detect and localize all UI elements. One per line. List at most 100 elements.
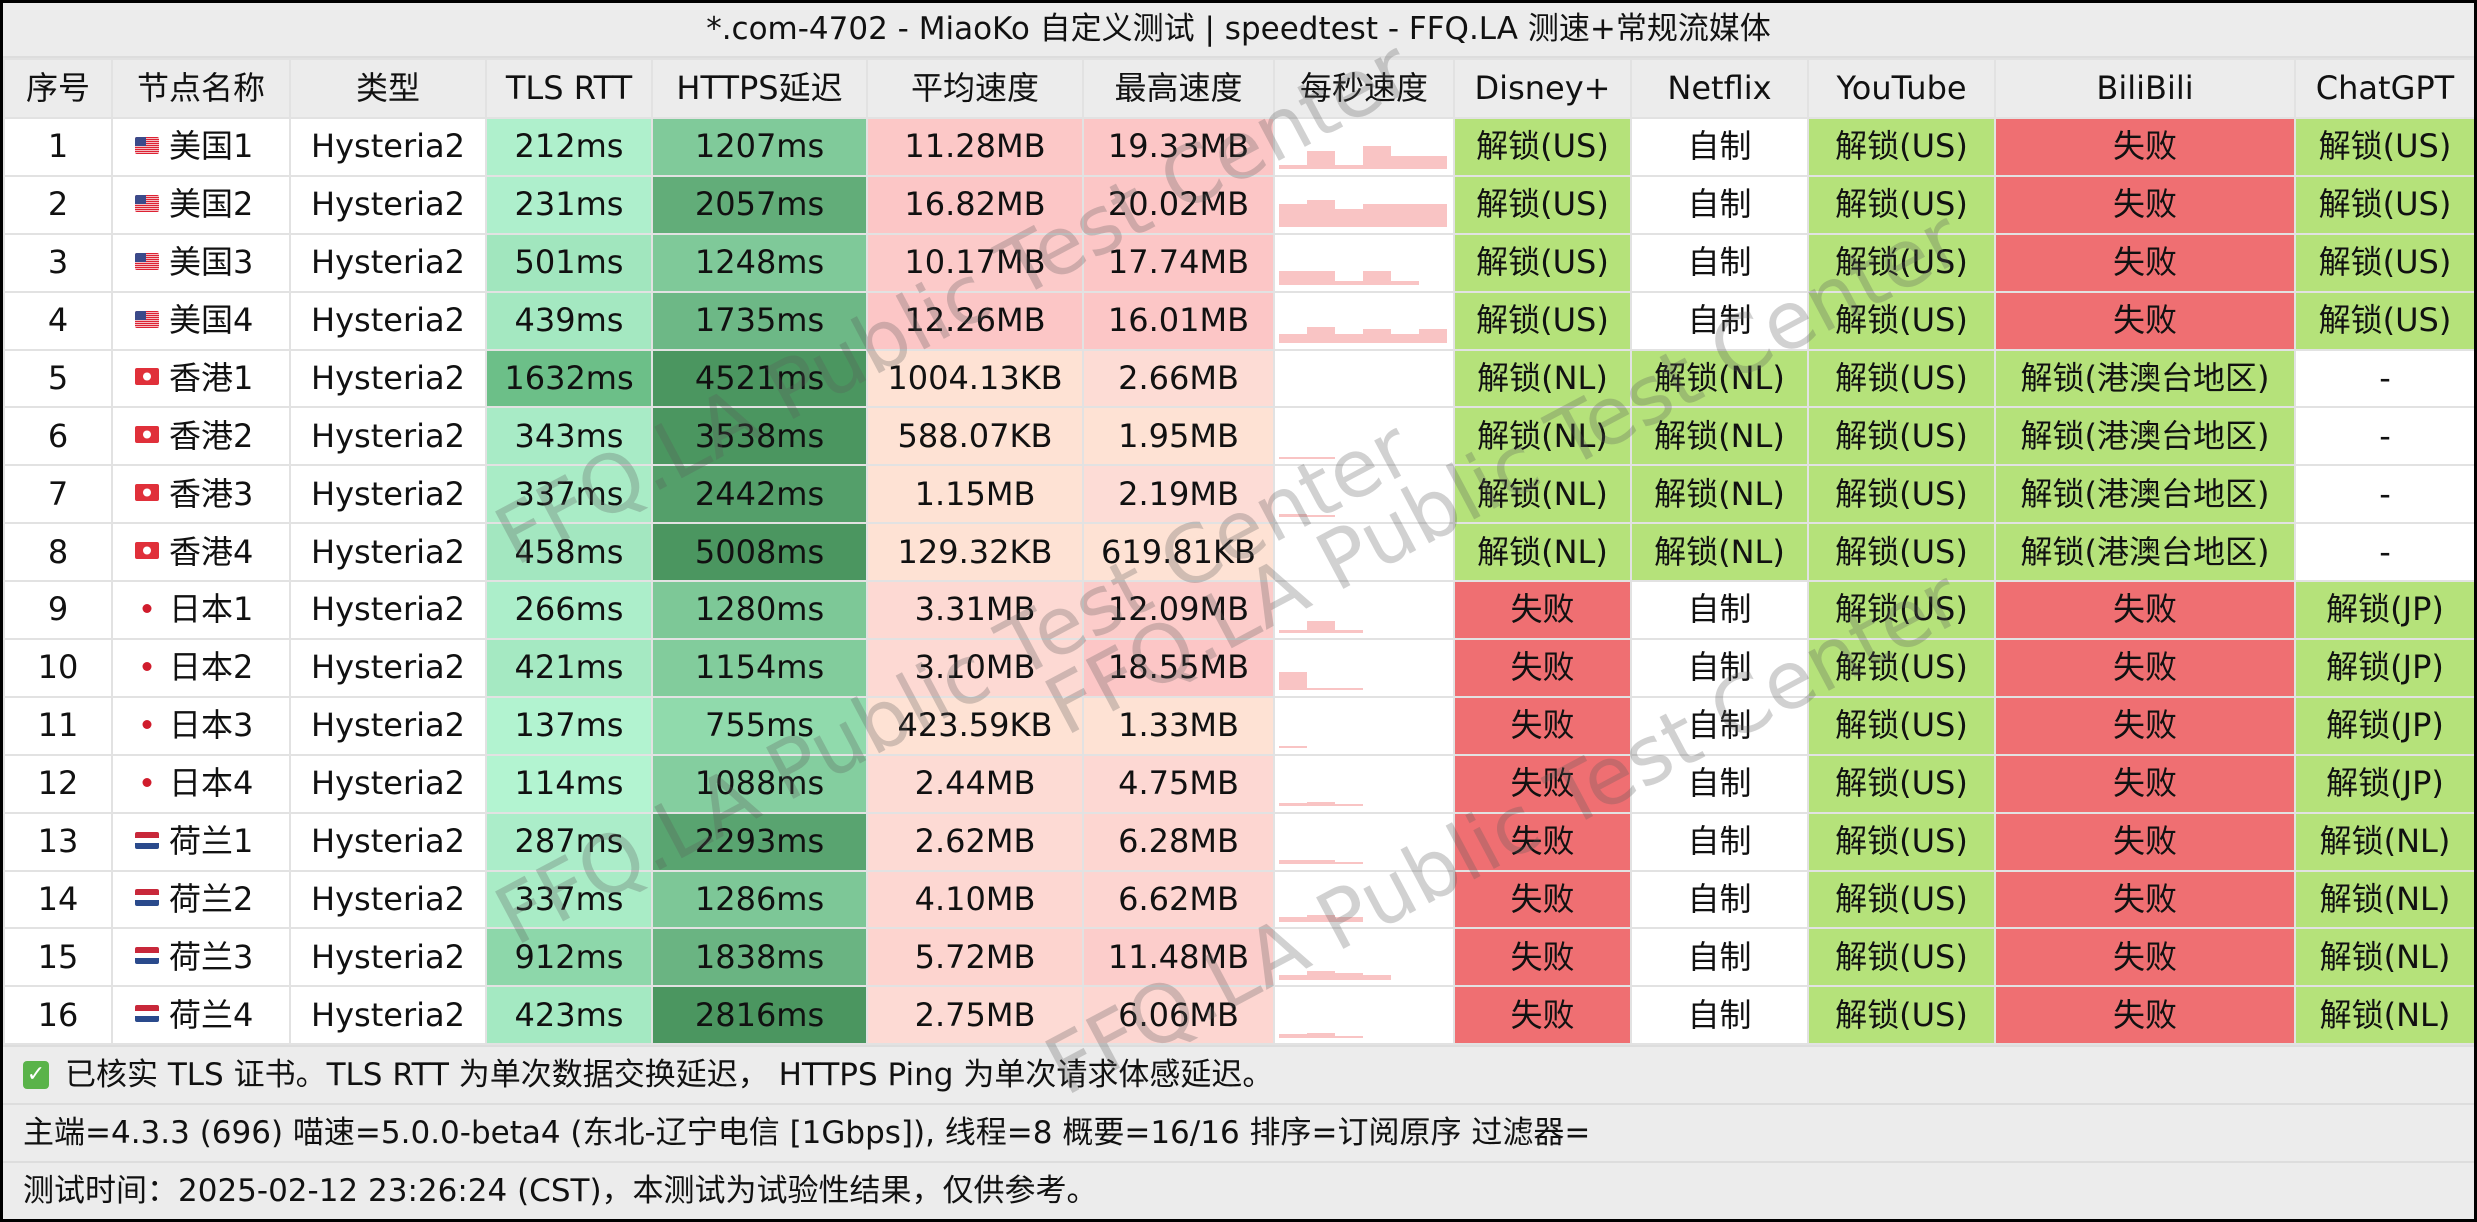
tls-rtt-cell: 423ms: [485, 985, 653, 1046]
sparkline-bar: [1335, 630, 1363, 633]
tls-rtt-cell: 501ms: [485, 232, 653, 293]
sparkline-bar: [1307, 514, 1335, 517]
node-name: 日本2: [169, 648, 254, 687]
max-speed-cell: 2.66MB: [1082, 348, 1275, 409]
column-header[interactable]: 每秒速度: [1273, 58, 1455, 119]
max-speed-cell: 16.01MB: [1082, 290, 1275, 351]
youtube-cell: 解锁(US): [1807, 638, 1996, 698]
flag-us-icon: [135, 194, 159, 212]
column-header[interactable]: YouTube: [1807, 58, 1996, 119]
speed-sparkline: [1276, 815, 1452, 868]
node-name: 香港1: [169, 358, 254, 397]
netflix-cell: 自制: [1630, 290, 1809, 351]
column-header[interactable]: ChatGPT: [2294, 58, 2474, 119]
max-speed-cell: 19.33MB: [1082, 117, 1275, 177]
sparkline-bar: [1391, 333, 1419, 344]
column-header[interactable]: 最高速度: [1082, 58, 1275, 119]
column-header[interactable]: Disney+: [1453, 58, 1632, 119]
column-header[interactable]: BiliBili: [1994, 58, 2296, 119]
sparkline-bar: [1363, 975, 1391, 980]
column-header[interactable]: HTTPS延迟: [651, 58, 868, 119]
tls-rtt-cell: 343ms: [485, 406, 653, 467]
node-name-cell: 日本2: [111, 638, 291, 698]
https-latency-cell: 2442ms: [651, 464, 868, 525]
sparkline-bar: [1279, 271, 1307, 286]
node-name-cell: 香港4: [111, 522, 291, 583]
table-header: 序号 节点名称 类型 TLS RTT HTTPS延迟 平均速度 最高速度 每秒速度 Disney…: [3, 58, 2474, 119]
flag-hk-icon: [135, 368, 159, 386]
sparkline-bar: [1307, 327, 1335, 344]
youtube-cell: 解锁(US): [1807, 753, 1996, 814]
column-header[interactable]: 节点名称: [111, 58, 291, 119]
bilibili-cell: 解锁(港澳台地区): [1994, 464, 2296, 525]
sparkline-bar: [1307, 859, 1335, 865]
flag-hk-icon: [135, 484, 159, 502]
disney-cell: 失败: [1453, 985, 1632, 1046]
avg-speed-cell: 2.62MB: [866, 811, 1084, 872]
bilibili-cell: 失败: [1994, 753, 2296, 814]
type-cell: Hysteria2: [289, 927, 487, 988]
type-cell: Hysteria2: [289, 869, 487, 930]
sparkline-bar: [1307, 970, 1335, 980]
max-speed-cell: 6.28MB: [1082, 811, 1275, 872]
https-latency-cell: 1248ms: [651, 232, 868, 293]
max-speed-cell: 6.62MB: [1082, 869, 1275, 930]
max-speed-cell: 619.81KB: [1082, 522, 1275, 583]
sparkline-bar: [1391, 280, 1419, 286]
per-second-speed-cell: [1273, 580, 1455, 641]
index-cell: 12: [3, 753, 113, 814]
netflix-cell: 解锁(NL): [1630, 522, 1809, 583]
sparkline-bar: [1363, 271, 1391, 286]
type-cell: Hysteria2: [289, 290, 487, 351]
flag-nl-icon: [135, 889, 159, 907]
column-header[interactable]: 类型: [289, 58, 487, 119]
disney-cell: 解锁(NL): [1453, 464, 1632, 525]
https-latency-cell: 2293ms: [651, 811, 868, 872]
sparkline-bar: [1335, 280, 1363, 286]
type-cell: Hysteria2: [289, 753, 487, 814]
table-row: 7 香港3 Hysteria2 337ms 2442ms 1.15MB 2.19MB 解锁(N…: [3, 464, 2474, 525]
sparkline-bar: [1307, 199, 1335, 228]
speed-sparkline: [1276, 352, 1452, 405]
node-name: 美国3: [169, 243, 254, 282]
netflix-cell: 解锁(NL): [1630, 406, 1809, 467]
max-speed-cell: 4.75MB: [1082, 753, 1275, 814]
column-header[interactable]: Netflix: [1630, 58, 1809, 119]
chatgpt-cell: -: [2294, 464, 2474, 525]
youtube-cell: 解锁(US): [1807, 174, 1996, 235]
sparkline-bar: [1335, 688, 1363, 691]
column-header[interactable]: TLS RTT: [485, 58, 653, 119]
column-header[interactable]: 序号: [3, 58, 113, 119]
per-second-speed-cell: [1273, 174, 1455, 235]
speed-sparkline: [1276, 931, 1452, 984]
speed-sparkline: [1276, 989, 1452, 1042]
chatgpt-cell: -: [2294, 522, 2474, 583]
per-second-speed-cell: [1273, 348, 1455, 409]
sparkline-bar: [1335, 917, 1363, 923]
speed-sparkline: [1276, 757, 1452, 810]
node-name-cell: 日本3: [111, 695, 291, 756]
node-name: 美国4: [169, 301, 254, 340]
node-name-cell: 美国4: [111, 290, 291, 351]
sparkline-bar: [1279, 917, 1307, 923]
per-second-speed-cell: [1273, 117, 1455, 177]
chatgpt-cell: 解锁(NL): [2294, 927, 2474, 988]
disney-cell: 解锁(NL): [1453, 406, 1632, 467]
max-speed-cell: 17.74MB: [1082, 232, 1275, 293]
sparkline-bar: [1335, 861, 1363, 865]
type-cell: Hysteria2: [289, 695, 487, 756]
table-row: 6 香港2 Hysteria2 343ms 3538ms 588.07KB 1.95MB 解锁…: [3, 406, 2474, 467]
netflix-cell: 自制: [1630, 811, 1809, 872]
disney-cell: 解锁(US): [1453, 290, 1632, 351]
speed-sparkline: [1276, 410, 1452, 463]
column-header[interactable]: 平均速度: [866, 58, 1084, 119]
disney-cell: 失败: [1453, 638, 1632, 698]
youtube-cell: 解锁(US): [1807, 927, 1996, 988]
speed-sparkline: [1276, 641, 1452, 694]
sparkline-bar: [1363, 329, 1391, 344]
netflix-cell: 自制: [1630, 174, 1809, 235]
sparkline-bar: [1279, 975, 1307, 980]
type-cell: Hysteria2: [289, 174, 487, 235]
bilibili-cell: 失败: [1994, 811, 2296, 872]
node-name-cell: 日本1: [111, 580, 291, 641]
